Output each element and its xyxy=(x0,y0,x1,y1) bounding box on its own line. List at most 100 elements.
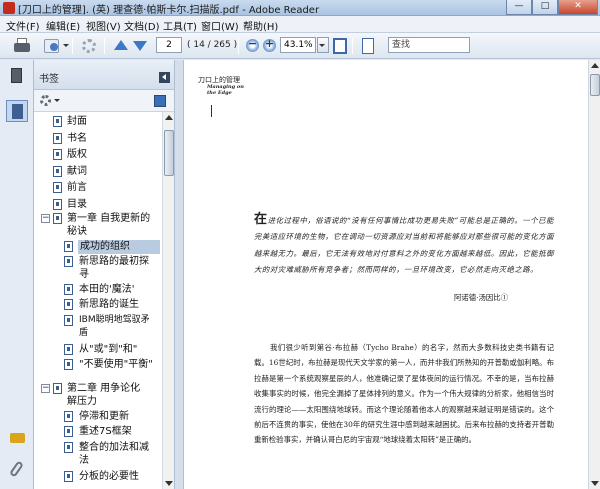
menu-view[interactable]: 视图(V) xyxy=(86,18,121,33)
bookmark-icon xyxy=(53,166,62,177)
bookmark-item[interactable]: 整合的加法和减 法 xyxy=(34,441,162,468)
body-paragraph: 我们很少听到第谷·布拉赫（Tycho Brahe）的名字，然而大多数科技史类书籍… xyxy=(254,343,554,445)
bookmark-item[interactable]: 分板的必要性 xyxy=(34,470,162,485)
window-title: [刀口上的管理]. (英) 理查德·帕斯卡尔.扫描版.pdf - Adobe R… xyxy=(18,5,320,16)
epigraph-attribution: 阿诺德·汤因比① xyxy=(454,293,509,302)
document-scrollbar[interactable] xyxy=(588,60,600,489)
scrollbar-thumb[interactable] xyxy=(590,74,600,96)
minimize-button[interactable]: — xyxy=(506,0,532,15)
bookmark-tree: 封面 书名 版权 献词 前言 目录 − 第一章 自我更新的 秘诀 成功的组织 新思… xyxy=(34,112,162,489)
page-number-input[interactable]: 2 xyxy=(156,37,182,53)
scroll-up-arrow-icon[interactable] xyxy=(165,115,173,120)
scroll-up-arrow-icon[interactable] xyxy=(591,63,599,68)
bookmark-item[interactable]: 目录 xyxy=(34,198,162,213)
comments-icon[interactable] xyxy=(9,431,25,449)
collapse-toggle[interactable]: − xyxy=(41,384,50,393)
bookmark-icon xyxy=(64,471,73,482)
menu-file[interactable]: 文件(F) xyxy=(6,18,40,33)
bookmarks-panel: 书签 封面 书名 版权 献词 前言 目录 − 第一章 自我更新的 秘诀 成功的组织… xyxy=(34,60,174,489)
bookmark-item[interactable]: "不要使用"平衡" xyxy=(34,358,162,373)
chevron-down-icon xyxy=(63,44,69,47)
menu-edit[interactable]: 编辑(E) xyxy=(46,18,80,33)
next-page-icon[interactable] xyxy=(131,37,147,55)
bookmarks-icon[interactable] xyxy=(6,100,28,122)
bookmark-icon xyxy=(53,116,62,127)
bookmark-label: 书名 xyxy=(67,133,87,144)
header-rule xyxy=(211,105,212,117)
menu-tools[interactable]: 工具(T) xyxy=(163,18,197,33)
previous-page-icon[interactable] xyxy=(112,37,128,55)
bookmark-item[interactable]: IBM聪明地驾驭矛 盾 xyxy=(34,314,162,341)
bookmark-icon xyxy=(64,284,73,295)
print-icon[interactable] xyxy=(12,37,32,55)
bookmark-item-chapter-1[interactable]: − 第一章 自我更新的 秘诀 xyxy=(34,212,162,240)
bookmark-item[interactable]: 封面 xyxy=(34,115,162,130)
maximize-button[interactable]: □ xyxy=(532,0,558,15)
bookmark-item[interactable]: 献词 xyxy=(34,165,162,180)
settings-gear-icon[interactable] xyxy=(80,37,98,55)
bookmark-icon xyxy=(64,442,73,453)
bookmark-item[interactable]: 本田的'魔法' xyxy=(34,283,162,298)
toolbar-divider xyxy=(352,38,353,54)
zoom-out-icon[interactable]: − xyxy=(246,37,259,52)
bookmarks-toolbar xyxy=(34,90,174,112)
bookmark-label: 前言 xyxy=(67,182,87,193)
scroll-down-arrow-icon[interactable] xyxy=(165,481,173,486)
share-icon[interactable] xyxy=(42,37,69,55)
bookmark-icon xyxy=(64,241,73,252)
navigation-pane-strip xyxy=(0,60,34,489)
bookmark-item-chapter-2[interactable]: − 第二章 用争论化 解压力 xyxy=(34,382,162,410)
bookmarks-panel-header: 书签 xyxy=(34,60,174,90)
collapse-panel-icon[interactable] xyxy=(159,72,170,83)
menu-help[interactable]: 帮助(H) xyxy=(243,18,278,33)
chevron-down-icon xyxy=(319,44,325,47)
bookmark-label: 版权 xyxy=(67,149,87,160)
expand-bookmark-icon[interactable] xyxy=(154,95,166,107)
zoom-in-icon[interactable]: + xyxy=(263,37,276,52)
bookmark-icon xyxy=(53,149,62,160)
window-controls: — □ ✕ xyxy=(506,0,598,15)
bookmark-icon xyxy=(64,359,73,370)
bookmark-item[interactable]: 停滞和更新 xyxy=(34,410,162,425)
attachments-paperclip-icon[interactable] xyxy=(9,460,25,479)
bookmark-item[interactable]: 版权 xyxy=(34,148,162,163)
fit-width-icon[interactable] xyxy=(358,37,378,55)
scroll-down-arrow-icon[interactable] xyxy=(591,481,599,486)
fit-page-icon[interactable] xyxy=(332,37,348,55)
menu-bar: 文件(F) 编辑(E) 视图(V) 文档(D) 工具(T) 窗口(W) 帮助(H… xyxy=(0,16,600,33)
adobe-reader-icon xyxy=(3,2,15,14)
bookmark-label: 本田的'魔法' xyxy=(79,284,135,295)
menu-window[interactable]: 窗口(W) xyxy=(201,18,239,33)
zoom-level-input[interactable]: 43.1% xyxy=(280,37,316,53)
bookmark-item[interactable]: 书名 xyxy=(34,132,162,147)
bookmark-icon xyxy=(64,411,73,422)
bookmark-icon xyxy=(53,213,62,224)
bookmark-item[interactable]: 新思路的最初探 寻 xyxy=(34,255,162,282)
bookmarks-scrollbar[interactable] xyxy=(162,112,174,489)
page-thumbnails-icon[interactable] xyxy=(9,68,25,86)
page-count: ( 14 / 265 ) xyxy=(187,40,238,50)
bookmark-icon xyxy=(53,182,62,193)
bookmark-label: 停滞和更新 xyxy=(79,411,129,422)
bookmark-icon xyxy=(64,426,73,437)
toolbar-divider xyxy=(72,38,73,54)
scrollbar-thumb[interactable] xyxy=(164,130,174,176)
panel-splitter[interactable] xyxy=(174,60,184,489)
bookmark-options-gear-icon[interactable] xyxy=(40,95,51,106)
bookmark-label: 献词 xyxy=(67,166,87,177)
bookmark-item[interactable]: 重述7S框架 xyxy=(34,425,162,440)
bookmark-label: 从"或"到"和" xyxy=(79,344,138,355)
chevron-down-icon xyxy=(54,99,60,102)
bookmark-item[interactable]: 前言 xyxy=(34,181,162,196)
bookmark-label: 成功的组织 xyxy=(80,241,130,252)
bookmark-item[interactable]: 从"或"到"和" xyxy=(34,343,162,358)
collapse-toggle[interactable]: − xyxy=(41,214,50,223)
bookmark-label: IBM聪明地驾驭矛 盾 xyxy=(79,315,150,338)
close-button[interactable]: ✕ xyxy=(558,0,598,15)
zoom-dropdown[interactable] xyxy=(317,37,329,53)
menu-document[interactable]: 文档(D) xyxy=(124,18,160,33)
bookmark-icon xyxy=(64,256,73,267)
bookmark-item[interactable]: 新思路的诞生 xyxy=(34,298,162,313)
search-input[interactable]: 查找 xyxy=(388,37,470,53)
bookmark-item-selected[interactable]: 成功的组织 xyxy=(64,240,160,254)
